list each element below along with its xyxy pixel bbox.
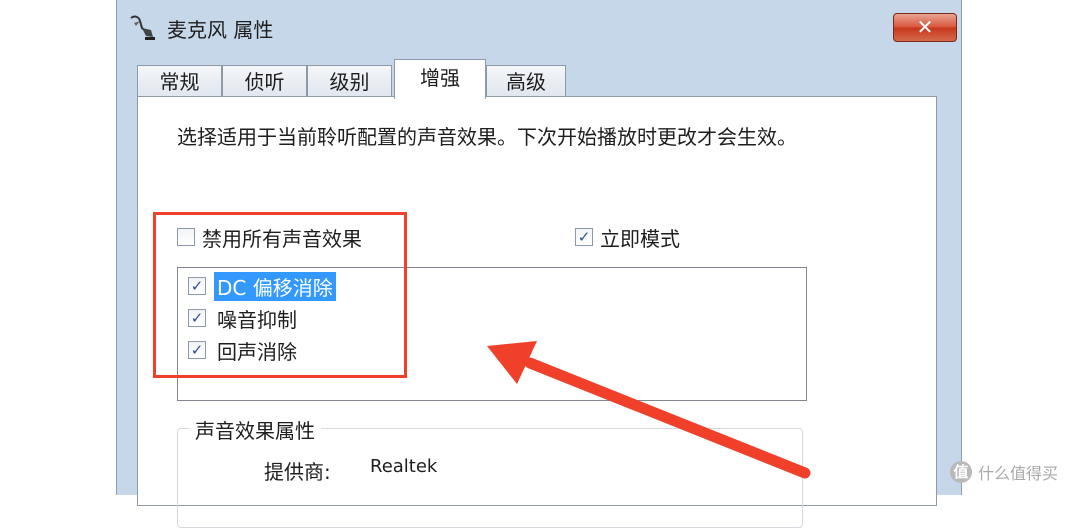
enhancements-panel: 选择适用于当前聆听配置的声音效果。下次开始播放时更改才会生效。 禁用所有声音效果…: [137, 96, 937, 528]
noise-suppression-checkbox[interactable]: ✓: [188, 309, 206, 327]
title-bar[interactable]: 麦克风 属性 ✕: [117, 0, 961, 55]
provider-value: Realtek: [370, 456, 438, 477]
close-button[interactable]: ✕: [893, 13, 957, 42]
group-title: 声音效果属性: [189, 415, 321, 444]
description-text: 选择适用于当前聆听配置的声音效果。下次开始播放时更改才会生效。: [177, 125, 797, 149]
effect-properties-group: 声音效果属性 提供商: Realtek: [177, 415, 803, 528]
microphone-icon: [130, 15, 155, 40]
list-item-dc-offset[interactable]: DC 偏移消除: [214, 272, 336, 301]
dialog-client-area: 常规 侦听 级别 增强 高级 选择适用于当前聆听配置的声音效果。下次开始播放时更…: [137, 59, 937, 528]
tab-general[interactable]: 常规: [137, 65, 222, 98]
smzdm-logo-icon: 值: [950, 461, 972, 483]
disable-all-effects-label[interactable]: 禁用所有声音效果: [202, 223, 362, 252]
effects-list[interactable]: ✓ DC 偏移消除 ✓ 噪音抑制 ✓ 回声消除: [177, 267, 807, 401]
provider-label: 提供商:: [264, 460, 331, 484]
list-item-echo-cancellation[interactable]: 回声消除: [217, 336, 297, 365]
tab-enhancements[interactable]: 增强: [394, 59, 486, 99]
window-title: 麦克风 属性: [167, 18, 274, 42]
tab-levels[interactable]: 级别: [307, 65, 392, 98]
watermark: 值 什么值得买: [950, 459, 1058, 485]
list-item-noise-suppression[interactable]: 噪音抑制: [217, 304, 297, 333]
immediate-mode-label[interactable]: 立即模式: [600, 223, 680, 252]
tab-listen[interactable]: 侦听: [222, 65, 307, 98]
properties-window: 麦克风 属性 ✕ 常规 侦听 级别 增强 高级 选择适用于当前聆听配置的声音效果…: [116, 0, 962, 528]
immediate-mode-checkbox[interactable]: ✓: [575, 228, 593, 246]
dc-offset-checkbox[interactable]: ✓: [188, 277, 206, 295]
watermark-text: 什么值得买: [978, 464, 1059, 483]
echo-cancellation-checkbox[interactable]: ✓: [188, 341, 206, 359]
tab-advanced[interactable]: 高级: [486, 65, 566, 98]
disable-all-effects-checkbox[interactable]: [177, 228, 195, 246]
